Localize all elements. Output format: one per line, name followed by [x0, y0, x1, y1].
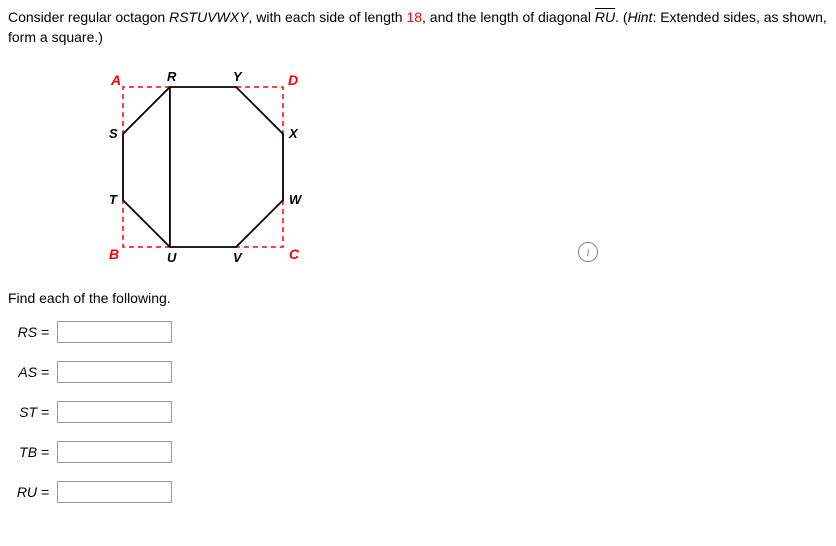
problem-suffix: . ( [615, 9, 627, 25]
answer-label: AS = [8, 364, 57, 380]
answer-input-rs[interactable] [57, 321, 172, 343]
label-S: S [109, 126, 118, 141]
answer-input-tb[interactable] [57, 441, 172, 463]
label-U: U [167, 250, 177, 265]
label-D: D [288, 72, 298, 88]
answer-label: RS = [8, 324, 57, 340]
label-W: W [289, 192, 303, 207]
label-A: A [110, 72, 121, 88]
label-T: T [109, 192, 118, 207]
answer-label: TB = [8, 444, 57, 460]
hint-label: Hint [628, 9, 653, 25]
answer-input-st[interactable] [57, 401, 172, 423]
answer-row-as: AS = [8, 361, 828, 383]
label-C: C [289, 246, 300, 262]
problem-prefix: Consider regular octagon [8, 9, 169, 25]
side-length: 18 [406, 9, 422, 25]
answer-label: ST = [8, 404, 57, 420]
label-X: X [288, 126, 299, 141]
diagonal-label: RU [595, 9, 615, 25]
label-B: B [109, 246, 119, 262]
octagon-name: RSTUVWXY [169, 9, 248, 25]
answer-input-as[interactable] [57, 361, 172, 383]
problem-mid1: , with each side of length [248, 9, 406, 25]
problem-statement: Consider regular octagon RSTUVWXY, with … [8, 8, 828, 47]
label-Y: Y [233, 69, 243, 84]
octagon-figure: A R Y D S X T W B U V C [93, 67, 313, 270]
answer-input-ru[interactable] [57, 481, 172, 503]
label-V: V [233, 250, 243, 265]
label-R: R [167, 69, 177, 84]
answer-label: RU = [8, 484, 57, 500]
answer-row-rs: RS = [8, 321, 828, 343]
answer-row-ru: RU = [8, 481, 828, 503]
info-icon[interactable]: i [578, 242, 598, 262]
answer-row-st: ST = [8, 401, 828, 423]
answer-row-tb: TB = [8, 441, 828, 463]
problem-mid2: , and the length of diagonal [422, 9, 595, 25]
find-prompt: Find each of the following. [8, 290, 828, 306]
